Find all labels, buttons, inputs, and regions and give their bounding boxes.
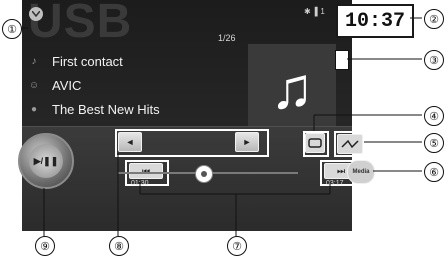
callout-1: ① — [2, 19, 22, 39]
callout-7: ⑦ — [227, 236, 247, 256]
callout-6: ⑥ — [424, 162, 444, 182]
callout-9: ⑨ — [35, 236, 55, 256]
callout-2: ② — [424, 9, 444, 29]
callout-8: ⑧ — [109, 236, 129, 256]
callout-5: ⑤ — [424, 133, 444, 153]
callout-lines — [20, 17, 422, 236]
callout-3: ③ — [424, 50, 444, 70]
callout-4: ④ — [424, 106, 444, 126]
